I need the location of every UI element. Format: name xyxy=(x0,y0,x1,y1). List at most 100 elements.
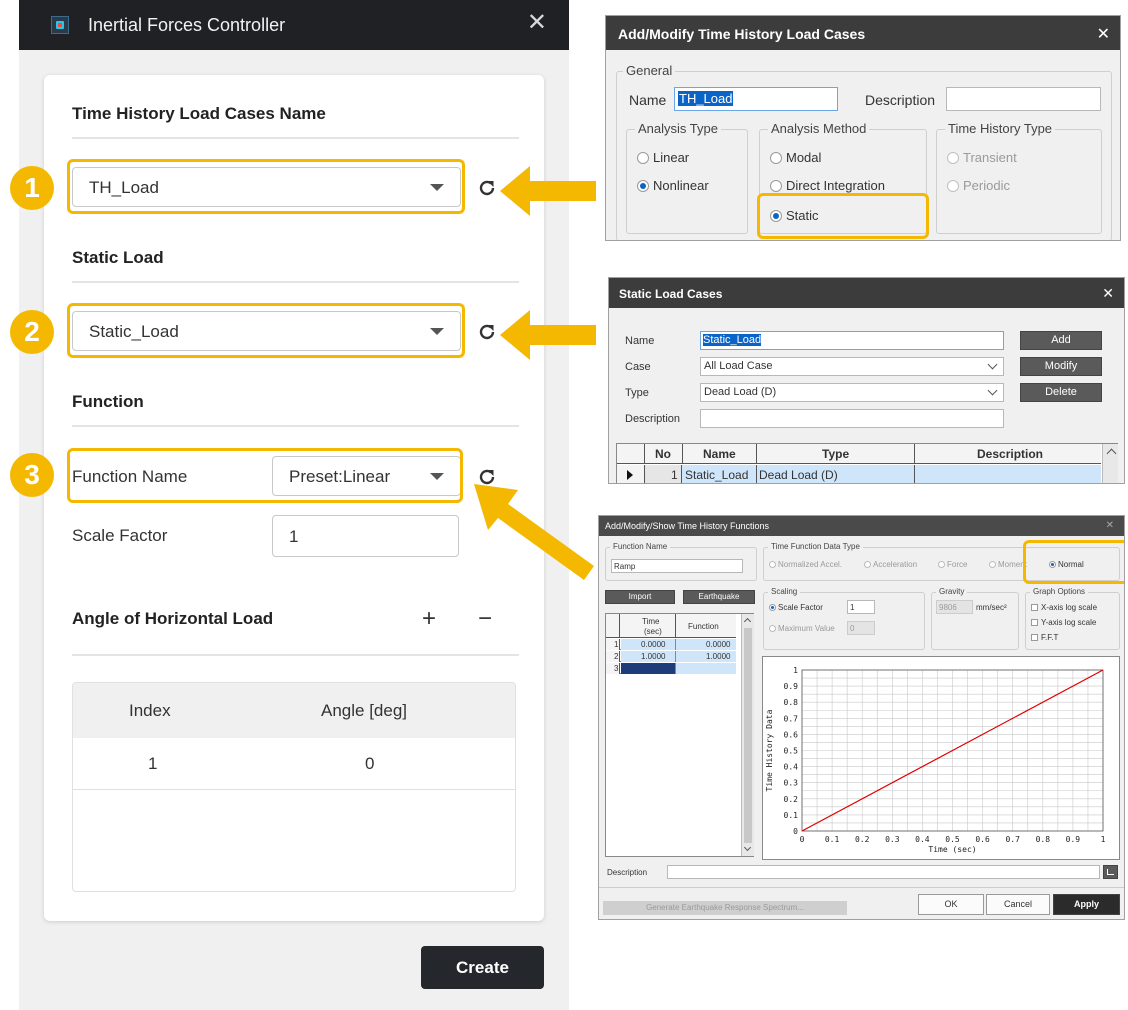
y-tick-label: 0.4 xyxy=(784,763,799,772)
table-row[interactable]: 2 1.0000 1.0000 xyxy=(606,651,736,662)
scaling-label: Scaling xyxy=(768,587,801,596)
close-icon[interactable]: ✕ xyxy=(1102,285,1114,302)
table-row[interactable]: 3 xyxy=(606,663,736,674)
linear-label: Linear xyxy=(653,150,690,165)
add-button[interactable]: Add xyxy=(1020,331,1102,350)
xlog-checkbox[interactable] xyxy=(1031,604,1038,611)
linear-radio[interactable] xyxy=(637,152,649,164)
accel-label: Acceleration xyxy=(873,560,918,569)
static-radio[interactable] xyxy=(770,210,782,222)
nonlinear-radio[interactable] xyxy=(637,180,649,192)
scrollbar[interactable] xyxy=(741,614,754,856)
function-table: Time (sec) Function 1 0.0000 0.0000 2 1.… xyxy=(605,613,754,857)
divider xyxy=(72,137,519,139)
moment-radio[interactable] xyxy=(989,561,996,568)
remove-angle-button[interactable]: − xyxy=(478,605,492,633)
function-cell: 0.0000 xyxy=(706,640,731,649)
modify-button[interactable]: Modify xyxy=(1020,357,1102,376)
row-index: 1 xyxy=(614,640,619,649)
scrollbar-thumb[interactable] xyxy=(744,628,752,843)
refresh-icon[interactable] xyxy=(476,321,498,343)
name-label: Name xyxy=(625,335,655,347)
table-row[interactable]: 1 0.0000 0.0000 xyxy=(606,639,736,650)
x-tick-label: 0.2 xyxy=(855,835,870,844)
table-row[interactable]: 1 0 xyxy=(73,738,515,790)
name-input[interactable]: Static_Load xyxy=(700,331,1004,350)
description-header: Description xyxy=(977,447,1044,461)
divider xyxy=(72,281,519,283)
y-tick-label: 0 xyxy=(793,827,798,836)
row-index: 2 xyxy=(614,652,619,661)
import-button[interactable]: Import xyxy=(605,590,675,604)
static-label: Static xyxy=(786,208,819,223)
function-chart: 0 0.1 0.2 0.3 0.4 0.5 0.6 0.7 0.8 0.9 1 0 0.1 0.2 0.3 0… xyxy=(762,656,1120,860)
create-button[interactable]: Create xyxy=(421,946,544,989)
dialog-titlebar: Static Load Cases ✕ xyxy=(609,278,1124,308)
description-input[interactable] xyxy=(667,865,1100,879)
chevron-down-icon[interactable] xyxy=(743,843,752,852)
earthquake-button[interactable]: Earthquake xyxy=(683,590,755,604)
chart-icon[interactable] xyxy=(1103,865,1118,879)
divider xyxy=(599,887,1124,888)
close-icon[interactable]: ✕ xyxy=(1097,24,1110,44)
nonlinear-label: Nonlinear xyxy=(653,178,709,193)
case-select[interactable]: All Load Case xyxy=(700,357,1004,376)
type-select[interactable]: Dead Load (D) xyxy=(700,383,1004,402)
step-badge-1: 1 xyxy=(10,166,54,210)
fft-checkbox[interactable] xyxy=(1031,634,1038,641)
force-radio[interactable] xyxy=(938,561,945,568)
apply-button[interactable]: Apply xyxy=(1053,894,1120,915)
direct-integration-radio[interactable] xyxy=(770,180,782,192)
generate-spectrum-button[interactable]: Generate Earthquake Response Spectrum... xyxy=(603,901,847,915)
periodic-radio[interactable] xyxy=(947,180,959,192)
cancel-button[interactable]: Cancel xyxy=(986,894,1050,915)
ok-button[interactable]: OK xyxy=(918,894,984,915)
periodic-label: Periodic xyxy=(963,178,1010,193)
name-cell: Static_Load xyxy=(685,468,749,482)
normal-radio[interactable] xyxy=(1049,561,1056,568)
table-row[interactable]: 1 Static_Load Dead Load (D) xyxy=(617,465,1101,483)
function-name-input[interactable]: Ramp xyxy=(611,559,743,573)
name-value: TH_Load xyxy=(678,91,734,106)
highlight-box xyxy=(67,159,465,214)
scale-factor-input[interactable]: 1 xyxy=(272,515,459,557)
load-cases-table: No Name Type Description 1 Static_Load D… xyxy=(616,443,1118,483)
gravity-input[interactable]: 9806 xyxy=(936,600,973,614)
x-tick-label: 1 xyxy=(1101,835,1106,844)
scale-factor-value: 1 xyxy=(289,527,299,546)
description-input[interactable] xyxy=(946,87,1101,111)
maximum-value-input[interactable]: 0 xyxy=(847,621,875,635)
chevron-up-icon[interactable] xyxy=(743,617,752,626)
chevron-up-icon[interactable] xyxy=(1106,448,1117,459)
refresh-icon[interactable] xyxy=(476,177,498,199)
ylog-checkbox[interactable] xyxy=(1031,619,1038,626)
close-icon[interactable]: ✕ xyxy=(527,10,547,36)
description-input[interactable] xyxy=(700,409,1004,428)
function-cell: 1.0000 xyxy=(706,652,731,661)
maximum-value-radio[interactable] xyxy=(769,625,776,632)
table-header: Time (sec) Function xyxy=(606,614,736,638)
divider xyxy=(72,654,519,656)
analysis-type-label: Analysis Type xyxy=(635,121,721,136)
general-label: General xyxy=(623,63,676,78)
y-tick-label: 0.9 xyxy=(784,682,799,691)
description-label: Description xyxy=(865,92,936,108)
norm-accel-radio[interactable] xyxy=(769,561,776,568)
scale-factor-radio[interactable] xyxy=(769,604,776,611)
accel-radio[interactable] xyxy=(864,561,871,568)
name-label: Name xyxy=(629,92,667,108)
add-angle-button[interactable]: + xyxy=(422,605,436,633)
name-input[interactable]: TH_Load xyxy=(674,87,838,111)
dialog-title: Add/Modify/Show Time History Functions xyxy=(605,521,770,531)
delete-button[interactable]: Delete xyxy=(1020,383,1102,402)
transient-radio[interactable] xyxy=(947,152,959,164)
scale-factor-input[interactable]: 1 xyxy=(847,600,875,614)
x-tick-label: 0.8 xyxy=(1036,835,1051,844)
static-section-title: Static Load xyxy=(72,248,164,267)
scrollbar[interactable] xyxy=(1102,444,1118,483)
close-icon[interactable]: ✕ xyxy=(1106,520,1114,531)
modal-radio[interactable] xyxy=(770,152,782,164)
normal-label: Normal xyxy=(1058,560,1084,569)
row-pointer-icon xyxy=(627,470,633,480)
type-label: Type xyxy=(625,387,649,399)
